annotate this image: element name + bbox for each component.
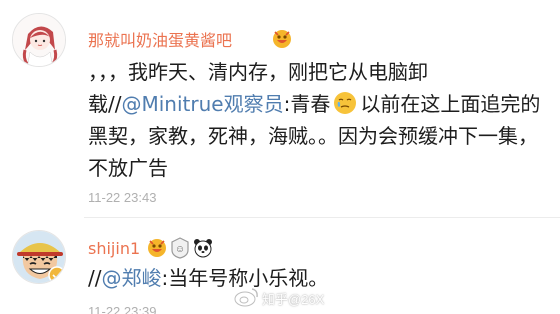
- vip-fan-icon: [148, 239, 166, 257]
- tearful-face-icon: [334, 92, 357, 114]
- mention-link[interactable]: @Minitrue观察员: [121, 92, 283, 116]
- avatar[interactable]: [12, 13, 66, 67]
- timestamp: 11-22 23:43: [88, 190, 157, 205]
- comment-item: 那就叫奶油蛋黄酱吧 ，，，我昨天、清内存，刚把它从电脑卸载//@Minitrue…: [0, 0, 560, 218]
- avatar[interactable]: [12, 230, 66, 284]
- username[interactable]: 那就叫奶油蛋黄酱吧: [88, 27, 232, 51]
- watermark: 知乎@26X: [234, 285, 334, 309]
- svg-text:☺: ☺: [175, 244, 185, 255]
- comment-text-part: //: [88, 266, 102, 290]
- username[interactable]: shijin1: [88, 239, 140, 258]
- level-badge-icon: ☺: [171, 237, 189, 259]
- timestamp: 11-22 23:39: [88, 304, 157, 314]
- anime-girl-avatar-icon: [13, 14, 65, 66]
- weibo-logo-icon: [234, 288, 258, 307]
- cartoon-boy-avatar-icon: [13, 231, 65, 283]
- watermark-text: 知乎@26X: [262, 292, 325, 307]
- vip-fan-icon: [273, 30, 291, 48]
- panda-icon: [194, 239, 212, 258]
- mention-link[interactable]: @郑峻: [101, 266, 161, 290]
- comment-text: ，，，我昨天、清内存，刚把它从电脑卸载//@Minitrue观察员:青春 以前在这…: [88, 56, 550, 184]
- comment-text-part: :青春: [283, 92, 331, 116]
